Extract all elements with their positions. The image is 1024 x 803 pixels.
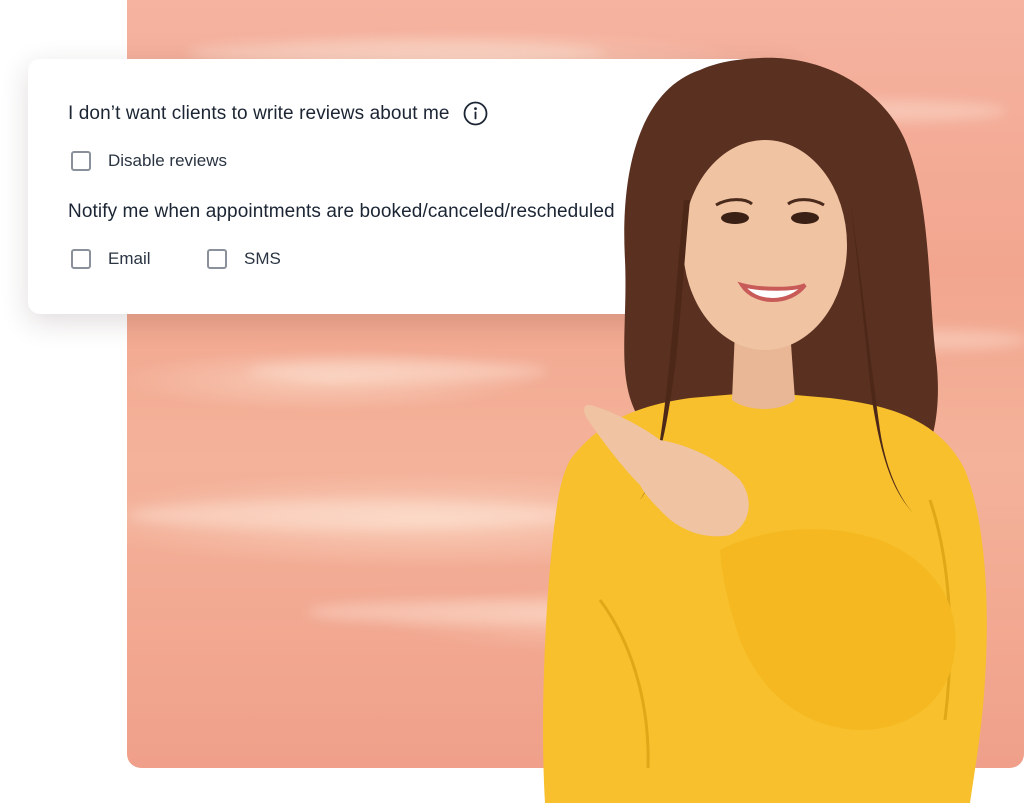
sms-label: SMS <box>244 249 281 268</box>
notify-heading: Notify me when appointments are booked/c… <box>68 201 615 223</box>
info-icon[interactable] <box>463 101 488 126</box>
notification-settings-card: I don’t want clients to write reviews ab… <box>28 59 798 314</box>
email-checkbox[interactable] <box>71 249 91 269</box>
reviews-heading-text: I don’t want clients to write reviews ab… <box>68 102 450 124</box>
notify-heading-text: Notify me when appointments are booked/c… <box>68 201 615 222</box>
reviews-heading: I don’t want clients to write reviews ab… <box>68 101 488 126</box>
email-option[interactable]: Email <box>71 249 151 269</box>
email-label: Email <box>108 249 151 268</box>
disable-reviews-checkbox[interactable] <box>71 151 91 171</box>
disable-reviews-label: Disable reviews <box>108 151 228 170</box>
sms-option[interactable]: SMS <box>207 249 281 269</box>
disable-reviews-option[interactable]: Disable reviews <box>71 151 227 171</box>
promo-stage: I don’t want clients to write reviews ab… <box>0 0 1024 803</box>
sms-checkbox[interactable] <box>207 249 227 269</box>
